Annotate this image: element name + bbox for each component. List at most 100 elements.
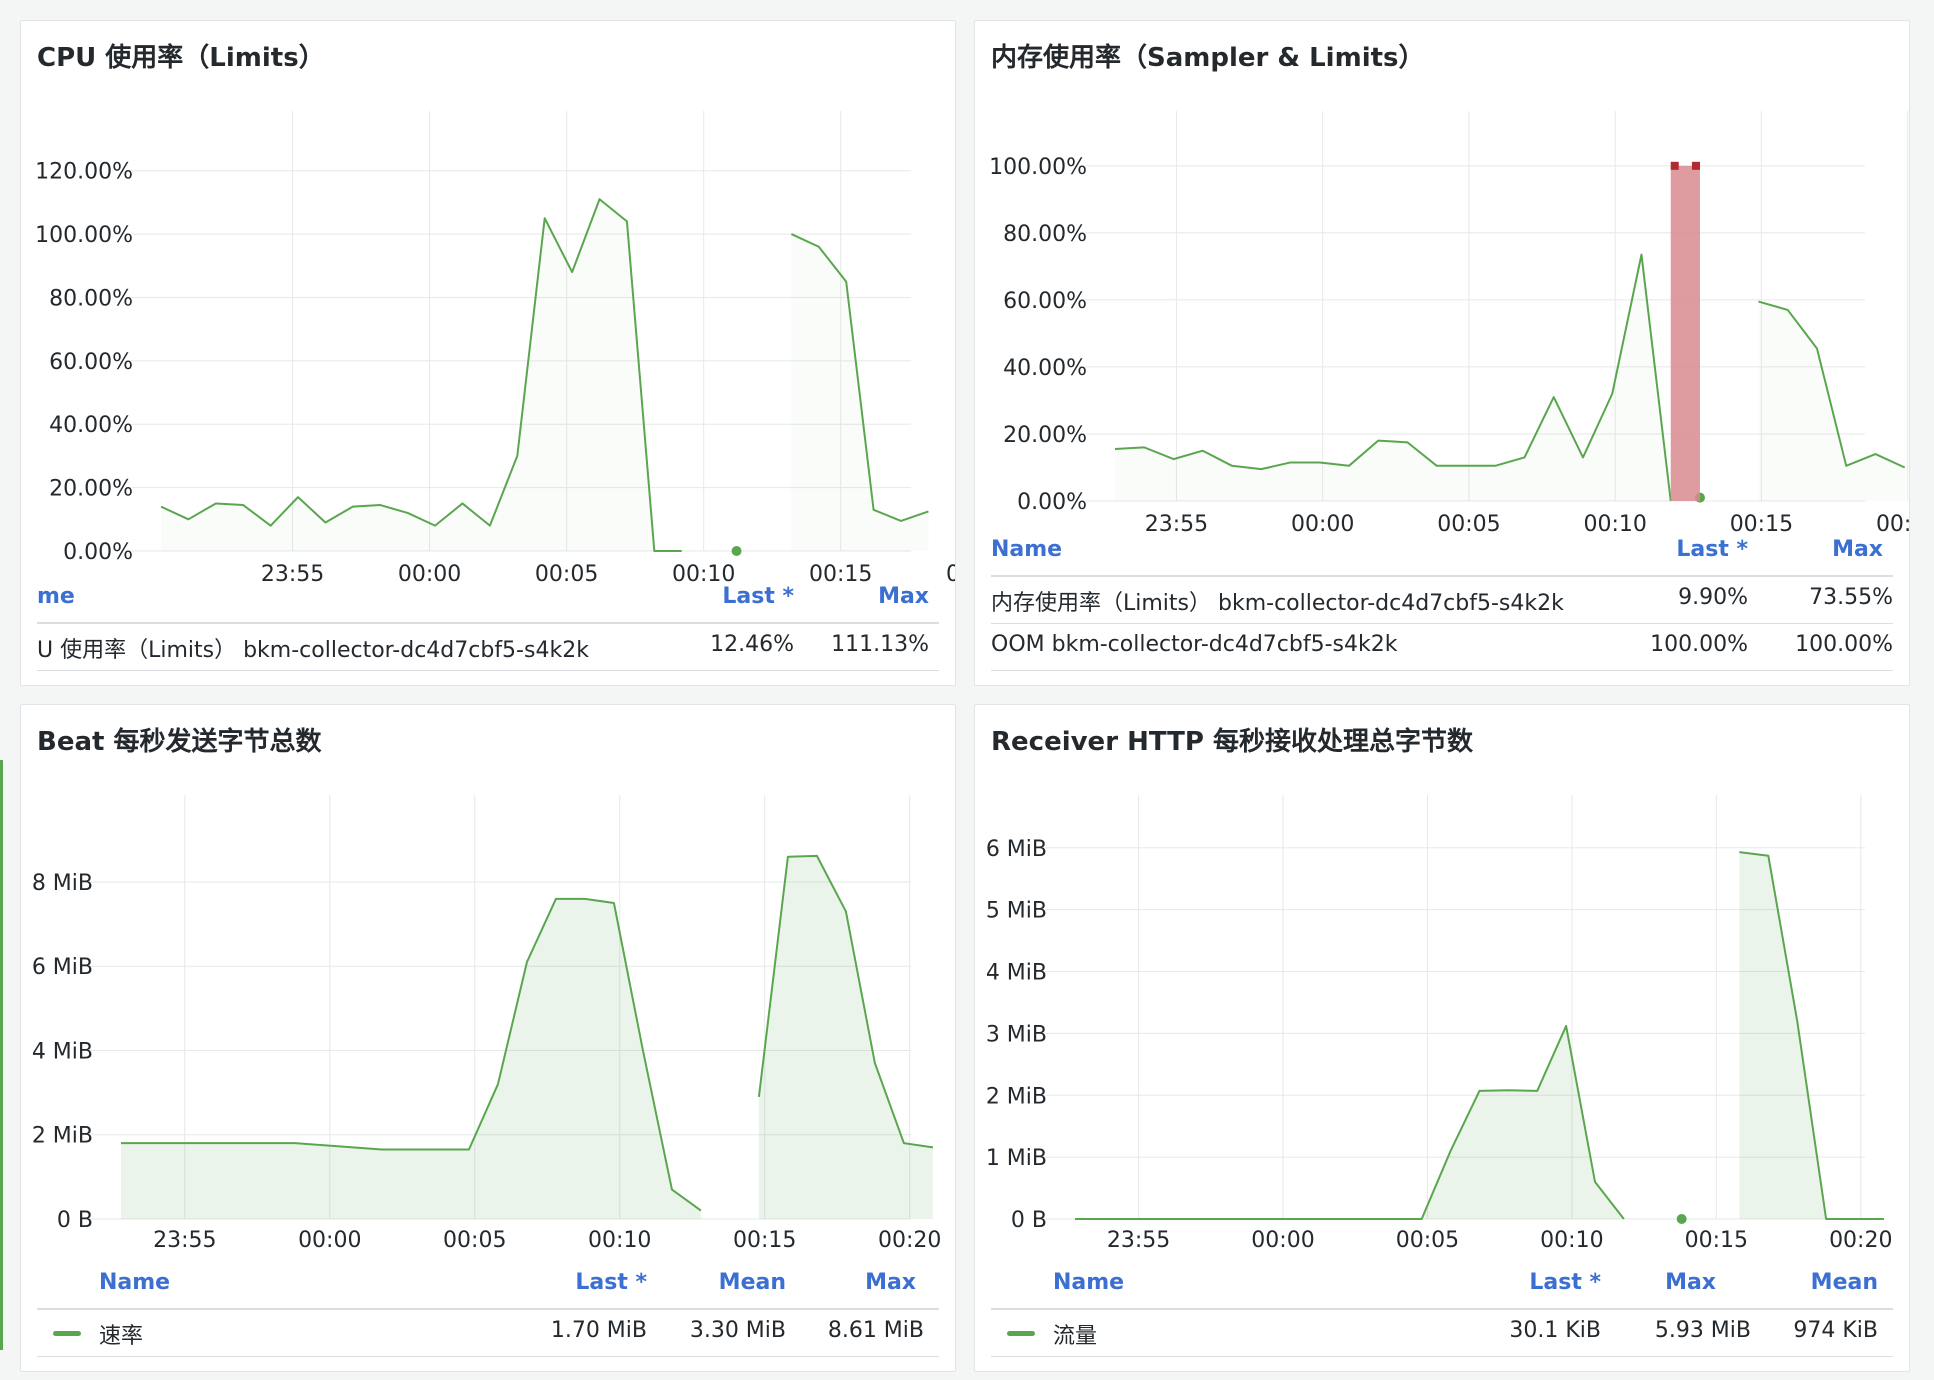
y-tick-label: 8 MiB [32, 871, 93, 896]
legend-header: Name Last * Max [991, 529, 1893, 577]
legend-series-name: OOM bkm-collector-dc4d7cbf5-s4k2k [991, 632, 1398, 657]
legend-header-last[interactable]: Last * [722, 584, 794, 609]
panel-title: Beat 每秒发送字节总数 [37, 727, 322, 757]
legend-header-max[interactable]: Max [1665, 1270, 1716, 1295]
y-tick-label: 3 MiB [986, 1022, 1047, 1047]
series-area [161, 199, 682, 551]
legend-header-name[interactable]: me [37, 584, 75, 609]
legend-table: Name Last * Max 内存使用率（Limits） bkm-collec… [991, 529, 1893, 671]
x-tick-label: 00:05 [443, 1228, 506, 1253]
legend-header-name[interactable]: Name [991, 537, 1062, 562]
panel-title: CPU 使用率（Limits） [37, 43, 325, 73]
legend-value: 5.93 MiB [1654, 1318, 1751, 1343]
x-tick-label: 00:10 [588, 1228, 651, 1253]
legend-value: 100.00% [1795, 632, 1893, 657]
panel-title: 内存使用率（Sampler & Limits） [991, 43, 1425, 73]
x-tick-label: 00:20 [878, 1228, 941, 1253]
legend-row[interactable]: 流量 30.1 KiB 5.93 MiB 974 KiB [991, 1310, 1893, 1357]
data-point [731, 546, 742, 556]
legend-header-max[interactable]: Max [1832, 537, 1883, 562]
x-tick-label: 00:10 [1540, 1228, 1603, 1253]
legend-row[interactable]: U 使用率（Limits） bkm-collector-dc4d7cbf5-s4… [37, 624, 939, 671]
y-tick-label: 80.00% [49, 286, 133, 311]
y-tick-label: 4 MiB [32, 1039, 93, 1064]
y-tick-label: 4 MiB [986, 961, 1047, 986]
legend-table: me Last * Max U 使用率（Limits） bkm-collecto… [37, 576, 939, 671]
legend-header-max[interactable]: Max [865, 1270, 916, 1295]
legend-series-name: 内存使用率（Limits） bkm-collector-dc4d7cbf5-s4… [991, 591, 1564, 616]
y-tick-label: 0 B [1011, 1208, 1047, 1233]
legend-header-last[interactable]: Last * [575, 1270, 647, 1295]
legend-header-name[interactable]: Name [99, 1270, 170, 1295]
legend-series-name: U 使用率（Limits） bkm-collector-dc4d7cbf5-s4… [37, 638, 589, 663]
legend-header: Name Last * Max Mean [991, 1262, 1893, 1310]
legend-table: Name Last * Mean Max 速率 1.70 MiB 3.30 Mi… [37, 1262, 939, 1357]
legend-value: 9.90% [1678, 585, 1748, 610]
y-tick-label: 2 MiB [986, 1084, 1047, 1109]
legend-header-last[interactable]: Last * [1529, 1270, 1601, 1295]
legend-header-mean[interactable]: Mean [719, 1270, 786, 1295]
y-tick-label: 6 MiB [986, 837, 1047, 862]
series-area [1739, 852, 1884, 1219]
panel-cpu-usage: CPU 使用率（Limits） 0.00% 20.00% 40.00% 60.00% 8… [20, 20, 956, 686]
panel-beat-bytes: Beat 每秒发送字节总数 0 B 2 MiB 4 MiB 6 MiB 8 MiB 23:… [20, 704, 956, 1372]
legend-value: 3.30 MiB [689, 1318, 786, 1343]
x-tick-label: 23:55 [153, 1228, 216, 1253]
y-tick-label: 100.00% [35, 223, 133, 248]
y-tick-label: 40.00% [1003, 356, 1087, 381]
legend-header: me Last * Max [37, 576, 939, 624]
legend-header-max[interactable]: Max [878, 584, 929, 609]
panel-title: Receiver HTTP 每秒接收处理总字节数 [991, 727, 1474, 757]
legend-series-name: 流量 [1053, 1324, 1098, 1349]
panel-receiver-bytes: Receiver HTTP 每秒接收处理总字节数 0 B 1 MiB 2 MiB 3 … [974, 704, 1910, 1372]
series-area [121, 898, 701, 1219]
y-tick-label: 80.00% [1003, 222, 1087, 247]
oom-marker [1670, 161, 1679, 170]
y-tick-label: 0.00% [63, 540, 133, 565]
x-tick-label: 00:15 [1685, 1228, 1748, 1253]
oom-marker [1691, 161, 1700, 170]
y-tick-label: 20.00% [49, 477, 133, 502]
legend-swatch [1007, 1331, 1035, 1336]
legend-row[interactable]: 速率 1.70 MiB 3.30 MiB 8.61 MiB [37, 1310, 939, 1357]
y-tick-label: 5 MiB [986, 899, 1047, 924]
legend-header-last[interactable]: Last * [1676, 537, 1748, 562]
y-tick-label: 0.00% [1017, 490, 1087, 515]
legend-value: 1.70 MiB [550, 1318, 647, 1343]
x-tick-label: 00:05 [1396, 1228, 1459, 1253]
series-area [1758, 302, 1904, 501]
legend-value: 8.61 MiB [827, 1318, 924, 1343]
legend-row[interactable]: 内存使用率（Limits） bkm-collector-dc4d7cbf5-s4… [991, 577, 1893, 624]
side-accent-strip [0, 760, 3, 1350]
y-tick-label: 100.00% [989, 155, 1087, 180]
y-tick-label: 1 MiB [986, 1146, 1047, 1171]
x-tick-label: 00:00 [298, 1228, 361, 1253]
y-tick-label: 60.00% [1003, 289, 1087, 314]
x-tick-label: 00:15 [733, 1228, 796, 1253]
panel-memory-usage: 内存使用率（Sampler & Limits） 0.00% 20.00% 40.00… [974, 20, 1910, 686]
x-tick-label: 00:20 [946, 562, 956, 587]
x-tick-label: 23:55 [1107, 1228, 1170, 1253]
legend-header-mean[interactable]: Mean [1811, 1270, 1878, 1295]
legend-value: 974 KiB [1793, 1318, 1878, 1343]
legend-table: Name Last * Max Mean 流量 30.1 KiB 5.93 Mi… [991, 1262, 1893, 1357]
y-tick-label: 40.00% [49, 413, 133, 438]
legend-value: 111.13% [831, 632, 929, 657]
y-tick-label: 6 MiB [32, 955, 93, 980]
y-tick-label: 60.00% [49, 350, 133, 375]
legend-series-name: 速率 [99, 1324, 144, 1349]
oom-band [1670, 165, 1700, 501]
series-area [1115, 255, 1671, 501]
y-tick-label: 20.00% [1003, 423, 1087, 448]
legend-header: Name Last * Mean Max [37, 1262, 939, 1310]
legend-value: 100.00% [1650, 632, 1748, 657]
legend-value: 12.46% [710, 632, 794, 657]
legend-swatch [53, 1331, 81, 1336]
series-area [1075, 1025, 1624, 1219]
legend-value: 30.1 KiB [1509, 1318, 1601, 1343]
legend-header-name[interactable]: Name [1053, 1270, 1124, 1295]
data-point [1676, 1214, 1687, 1224]
y-tick-label: 120.00% [35, 160, 133, 185]
y-tick-label: 2 MiB [32, 1124, 93, 1149]
legend-row[interactable]: OOM bkm-collector-dc4d7cbf5-s4k2k 100.00… [991, 624, 1893, 671]
